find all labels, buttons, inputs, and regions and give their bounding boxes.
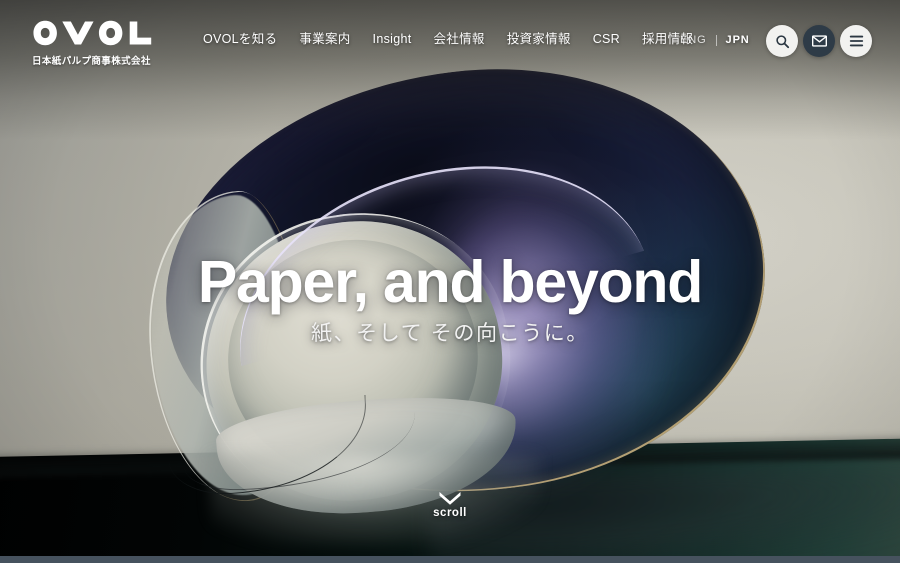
nav-item-insight[interactable]: Insight [373, 33, 412, 46]
language-option-jpn[interactable]: JPN [726, 35, 750, 46]
nav-item-toshika-joho[interactable]: 投資家情報 [507, 33, 571, 46]
brand-subtitle: 日本紙パルプ商事株式会社 [32, 56, 151, 67]
bottom-bar [0, 556, 900, 563]
scroll-down-cue[interactable]: scroll [0, 492, 900, 519]
menu-button[interactable] [840, 25, 872, 57]
site-header: 日本紙パルプ商事株式会社 OVOLを知る 事業案内 Insight 会社情報 投… [0, 0, 900, 82]
hero-title: Paper, and beyond [197, 249, 703, 315]
hero-subtitle: 紙、そして その向こうに。 [310, 322, 589, 345]
search-icon [775, 34, 789, 48]
nav-item-ovol-wo-shiru[interactable]: OVOLを知る [203, 33, 277, 46]
chevron-down-icon [439, 492, 461, 505]
language-divider [715, 35, 717, 46]
hero-copy-block: Paper, and beyond 紙、そして その向こうに。 [0, 249, 900, 345]
ovol-wordmark-icon [33, 20, 152, 46]
nav-item-kaisha-joho[interactable]: 会社情報 [433, 33, 484, 46]
site-logo[interactable]: 日本紙パルプ商事株式会社 [32, 18, 172, 67]
scroll-label: scroll [433, 507, 467, 519]
page-root: 日本紙パルプ商事株式会社 OVOLを知る 事業案内 Insight 会社情報 投… [0, 0, 900, 563]
mail-icon [811, 35, 827, 47]
language-option-eng[interactable]: ENG [680, 35, 707, 46]
hamburger-menu-icon [849, 35, 863, 47]
language-switcher: ENG JPN [680, 35, 750, 46]
nav-item-csr[interactable]: CSR [593, 33, 620, 46]
contact-mail-button[interactable] [803, 25, 835, 57]
header-actions [766, 25, 872, 57]
search-button[interactable] [766, 25, 798, 57]
nav-item-jigyo-annai[interactable]: 事業案内 [299, 33, 350, 46]
primary-navigation: OVOLを知る 事業案内 Insight 会社情報 投資家情報 CSR 採用情報 [203, 33, 693, 46]
